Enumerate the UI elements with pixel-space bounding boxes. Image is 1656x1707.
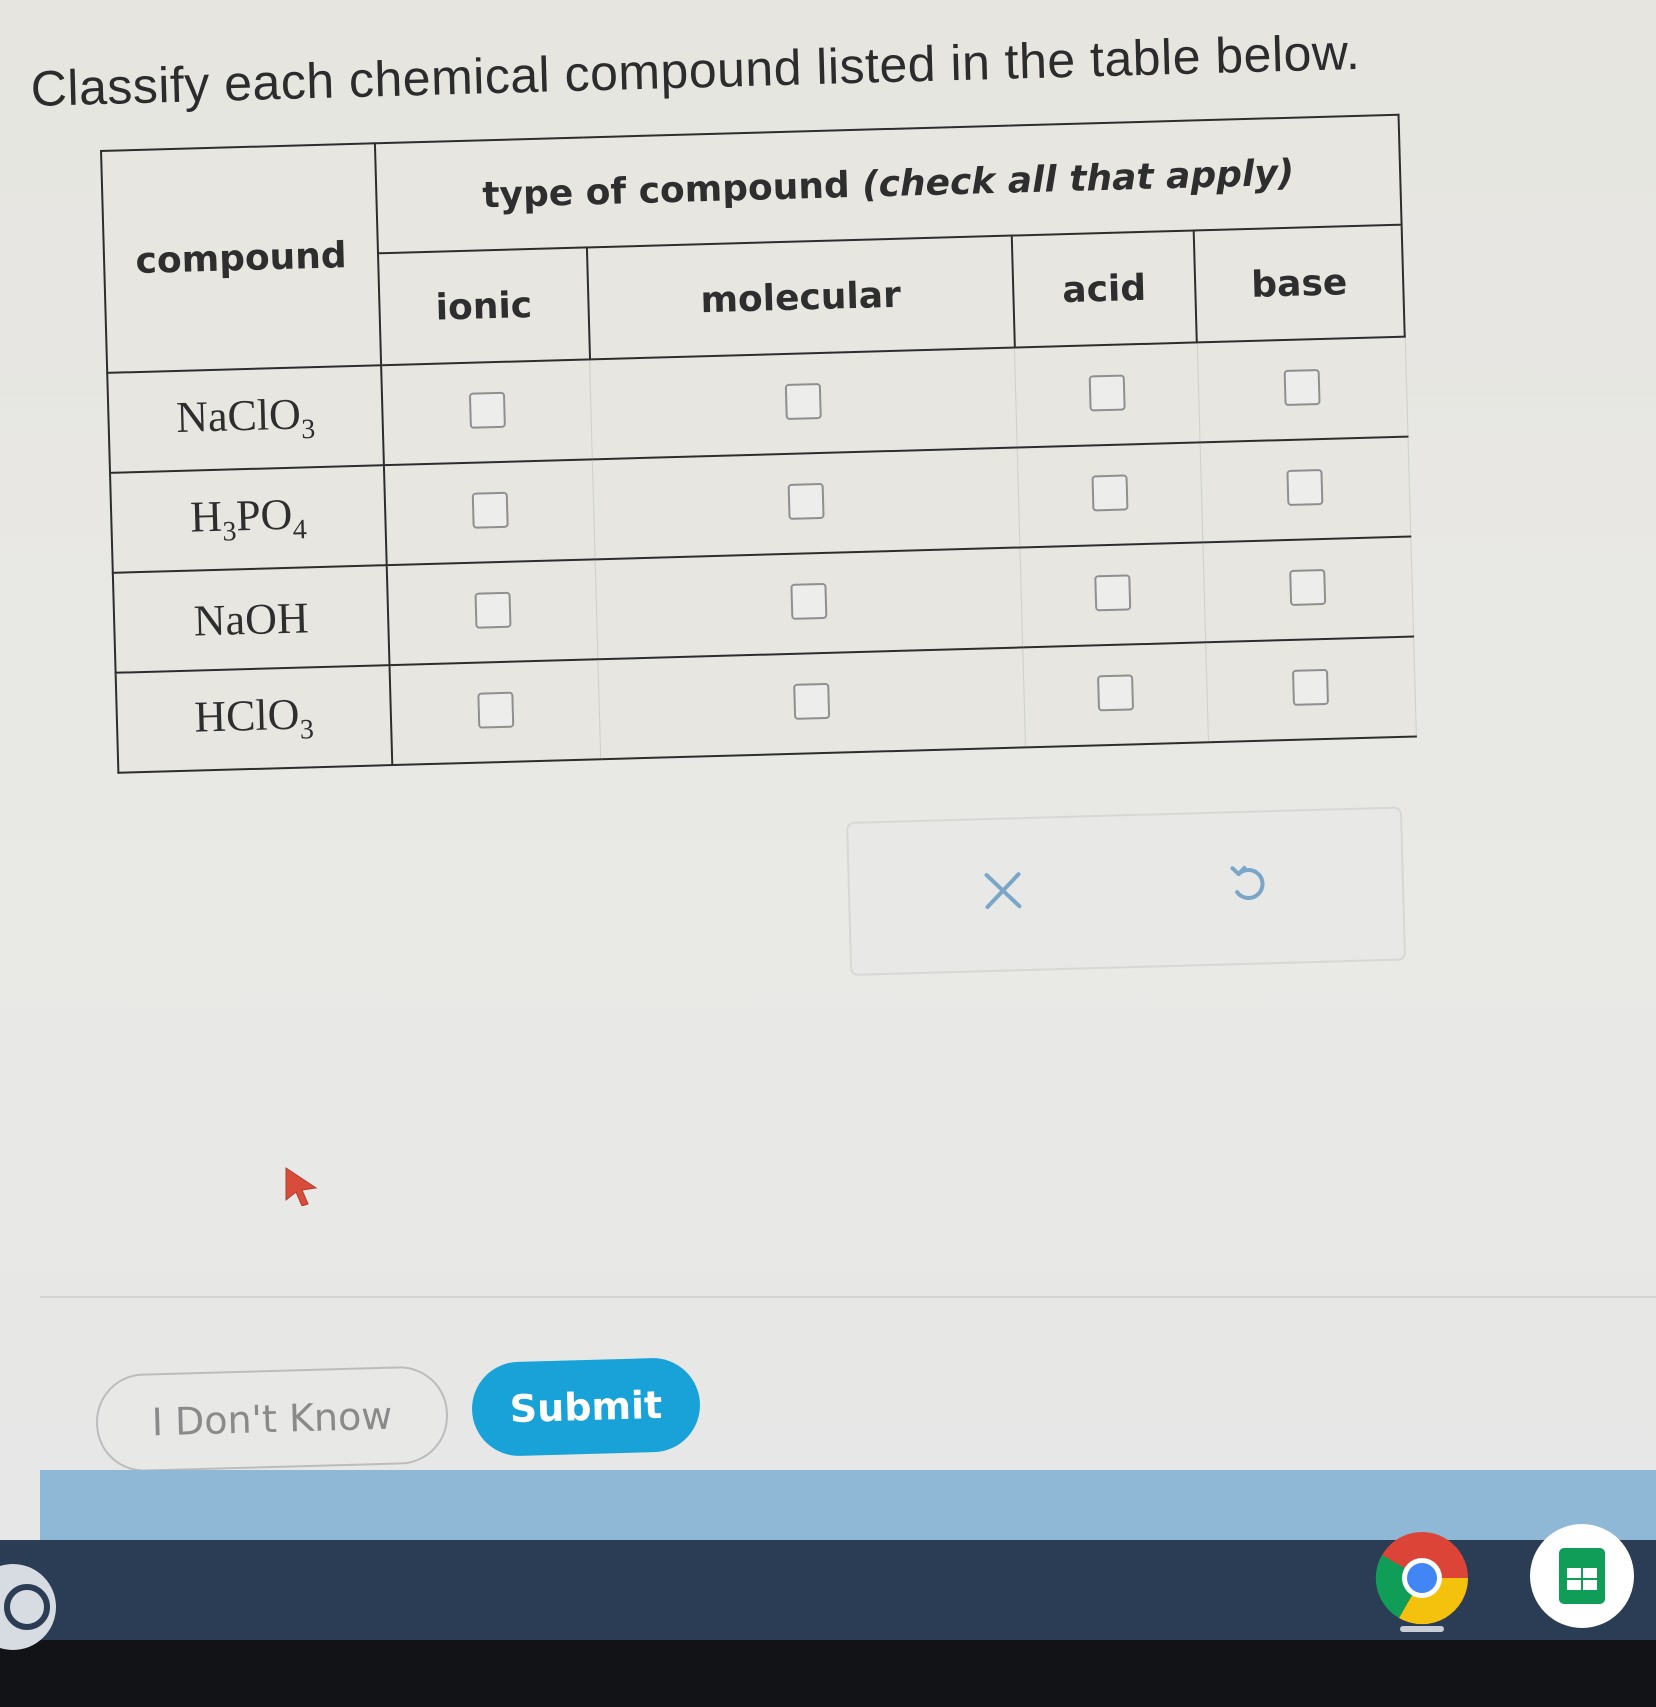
option-cell-ionic: [389, 659, 601, 766]
formula-subscript: 3: [300, 413, 316, 446]
option-cell-ionic: [383, 459, 596, 566]
option-cell-acid: [1017, 442, 1203, 548]
formula-text: NaClO: [175, 389, 302, 443]
option-cell-base: [1205, 636, 1416, 743]
classification-table: compound type of compound (check all tha…: [100, 113, 1417, 774]
dont-know-button[interactable]: I Don't Know: [94, 1365, 450, 1473]
option-cell-acid: [1014, 342, 1200, 448]
question-prompt: Classify each chemical compound listed i…: [30, 23, 1361, 117]
checkbox-molecular[interactable]: [790, 582, 828, 620]
classification-table-wrap: compound type of compound (check all tha…: [100, 113, 1417, 774]
option-cell-base: [1196, 336, 1408, 443]
checkbox-acid[interactable]: [1096, 673, 1134, 711]
chrome-active-indicator: [1400, 1626, 1444, 1632]
checkbox-molecular[interactable]: [793, 682, 831, 720]
option-cell-molecular: [598, 647, 1026, 760]
checkbox-ionic[interactable]: [471, 491, 509, 529]
checkbox-base[interactable]: [1286, 468, 1324, 506]
mouse-pointer-icon: [285, 1167, 318, 1206]
option-cell-acid: [1020, 542, 1206, 648]
checkbox-base[interactable]: [1292, 668, 1330, 706]
compound-column-header: compound: [101, 143, 382, 373]
column-label: acid: [1061, 267, 1147, 311]
checkbox-molecular[interactable]: [787, 482, 825, 520]
checkbox-ionic[interactable]: [476, 691, 514, 729]
checkbox-acid[interactable]: [1091, 473, 1129, 511]
column-label: ionic: [435, 284, 533, 329]
formula-text: PO: [235, 489, 293, 541]
checkbox-base[interactable]: [1283, 368, 1321, 406]
column-header-base: base: [1193, 224, 1405, 343]
formula-text: NaOH: [193, 592, 310, 646]
column-label: base: [1250, 261, 1348, 306]
option-cell-molecular: [592, 447, 1021, 560]
option-cell-acid: [1022, 642, 1209, 748]
footer-divider: [40, 1296, 1656, 1298]
compound-cell: HClO3: [115, 665, 393, 773]
type-header-label: type of compound: [481, 164, 851, 216]
formula-text: H: [189, 491, 223, 542]
x-icon: [984, 872, 1022, 910]
column-header-ionic: ionic: [377, 247, 590, 366]
option-cell-base: [1199, 436, 1411, 543]
undo-icon: [1230, 865, 1265, 900]
compound-cell: H3PO4: [110, 465, 387, 573]
formula-text: HClO: [193, 689, 301, 742]
formula-subscript: 3: [299, 714, 315, 746]
sheets-icon[interactable]: [1530, 1524, 1634, 1628]
option-cell-molecular: [595, 547, 1023, 660]
compound-cell: NaClO3: [107, 365, 384, 473]
sheets-glyph-icon: [1559, 1548, 1605, 1604]
submit-button[interactable]: Submit: [470, 1356, 702, 1458]
answer-actions-panel: [846, 806, 1407, 976]
checkbox-base[interactable]: [1289, 568, 1327, 606]
undo-button[interactable]: [1213, 848, 1285, 920]
compound-cell: NaOH: [112, 565, 390, 673]
clear-button[interactable]: [967, 855, 1039, 927]
column-label: molecular: [699, 274, 902, 321]
option-cell-ionic: [386, 559, 599, 666]
checkbox-acid[interactable]: [1094, 573, 1132, 611]
type-header-note: (check all that apply): [861, 152, 1295, 206]
launcher-icon: [4, 1584, 50, 1630]
chrome-icon[interactable]: [1372, 1528, 1472, 1628]
option-cell-ionic: [381, 359, 593, 466]
page: Classify each chemical compound listed i…: [0, 0, 1656, 1550]
compound-header-label: compound: [134, 234, 348, 282]
checkbox-ionic[interactable]: [474, 591, 512, 629]
checkbox-acid[interactable]: [1088, 373, 1126, 411]
column-header-acid: acid: [1011, 230, 1197, 348]
checkbox-molecular[interactable]: [785, 382, 823, 420]
formula-subscript: 3: [222, 516, 237, 548]
os-taskbar-shadow: [0, 1640, 1656, 1707]
option-cell-molecular: [589, 347, 1018, 460]
formula-subscript: 4: [292, 514, 308, 546]
option-cell-base: [1202, 536, 1414, 643]
checkbox-ionic[interactable]: [468, 391, 506, 429]
column-header-molecular: molecular: [586, 235, 1015, 360]
